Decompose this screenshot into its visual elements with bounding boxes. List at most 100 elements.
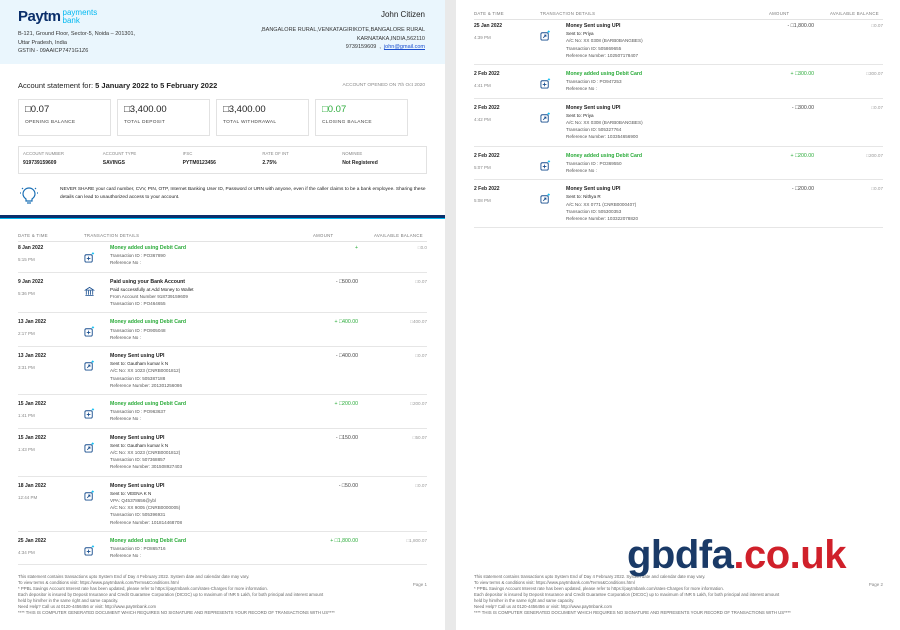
transaction-detail-line: Transaction ID: 507368857 (110, 457, 166, 463)
available-balance: □50.07 (412, 434, 427, 440)
page-header: Paytm payments bank B-121, Ground Floor, … (0, 0, 445, 64)
available-balance: □200.07 (410, 401, 427, 406)
transaction-detail-line: Transaction ID: 505396931 (110, 512, 166, 518)
upi-send-icon (84, 358, 95, 371)
paytm-payments-bank-logo: Paytm payments bank (18, 8, 98, 25)
transaction-detail-line: Transaction ID : PO963637 (110, 409, 166, 415)
transaction-title: Money Sent using UPI (566, 186, 621, 193)
transaction-subtitle: Sent to: VEENA K N (110, 490, 152, 496)
total-withdrawal-card: □3,400.00 TOTAL WITHDRAWAL (216, 99, 309, 136)
transaction-details: Money Sent using UPI Sent to: Gautham kum… (110, 353, 270, 389)
transaction-time: 5:08 PM (474, 198, 491, 204)
transaction-detail-line: From Account Number 918739159609 (110, 294, 188, 299)
transaction-time: 1:43 PM (18, 446, 35, 452)
transaction-date: 2 Feb 2022 (474, 104, 500, 111)
wallet-add-icon (540, 158, 551, 171)
transaction-details: Money added using Debit Card Transaction … (110, 245, 270, 267)
transaction-row: 18 Jan 2022 12:44 PM Money Sent using UPI S… (18, 481, 427, 532)
transaction-row: 2 Feb 2022 5:07 PM Money added using Debit… (474, 151, 883, 181)
col-amount: AMOUNT (313, 233, 334, 238)
transaction-detail-line: Transaction ID: 505387188 (110, 375, 166, 381)
transaction-amount: - □150.00 (335, 434, 358, 441)
account-type: ACCOUNT TYPE SAVINGS (102, 151, 137, 166)
transaction-detail-line: Transaction ID: 505869655 (566, 45, 622, 51)
wallet-add-icon (84, 406, 95, 419)
transaction-row: 25 Jan 2022 4:34 PM Money added using Debi… (18, 536, 427, 566)
transaction-title: Money Sent using UPI (110, 482, 165, 489)
transaction-detail-line: Reference Number: 101814468708 (110, 519, 183, 525)
transaction-detail-line: Reference Number: 201301256086 (110, 382, 183, 388)
transaction-date: 15 Jan 2022 (18, 434, 47, 441)
watermark: gbdfa.co.uk (627, 533, 846, 577)
transaction-amount: - □1,800.00 (787, 23, 815, 29)
transaction-date: 8 Jan 2022 (18, 245, 44, 251)
available-balance: □0.0 (417, 245, 427, 250)
transaction-details: Money added using Debit Card Transaction … (110, 401, 270, 423)
transaction-details: Money added using Debit Card Transaction … (110, 538, 270, 560)
transaction-amount: + □200.00 (790, 152, 814, 159)
transaction-time: 3:31 PM (18, 365, 35, 370)
transaction-date: 25 Jan 2022 (18, 537, 47, 544)
upi-send-icon (84, 440, 95, 453)
available-balance: □300.07 (866, 71, 883, 76)
transaction-detail-line: Transaction ID : PO947253 (566, 79, 622, 85)
transaction-subtitle: Sent to: Gautham kumar k N (110, 442, 169, 448)
transaction-row: 15 Jan 2022 1:41 PM Money added using Debi… (18, 399, 427, 429)
transaction-time: 4:34 PM (18, 549, 35, 555)
transaction-detail-line: Transaction ID : PO369550 (566, 160, 622, 166)
transaction-detail-line: Reference Number: 102507178407 (566, 52, 639, 58)
wallet-add-icon (84, 324, 95, 337)
available-balance: □200.07 (866, 152, 883, 158)
available-balance: □0.07 (871, 104, 883, 110)
transaction-date: 2 Feb 2022 (474, 186, 500, 193)
transaction-detail-line: Reference Number: 103354656900 (566, 134, 639, 140)
transaction-subtitle: Sent to: Gautham kumar k N (110, 361, 169, 367)
available-balance: □0.07 (415, 353, 427, 358)
interest-rate: RATE OF INT 2.75% (262, 151, 289, 166)
customer-email-link[interactable]: john@gmail.com (384, 44, 425, 50)
transaction-title: Money added using Debit Card (566, 152, 643, 159)
transaction-date: 18 Jan 2022 (18, 482, 47, 489)
col-balance: AVAILABLE BALANCE (374, 233, 423, 238)
available-balance: □0.07 (871, 186, 883, 192)
transaction-detail-line: Reference Number: 301508927403 (110, 464, 183, 470)
transaction-detail-line: Reference No : (110, 416, 141, 422)
transaction-detail-line: Reference Number: 103322078820 (566, 216, 639, 221)
transaction-date: 13 Jan 2022 (18, 353, 47, 359)
transaction-time: 12:44 PM (18, 494, 38, 500)
transaction-amount: + □300.00 (790, 71, 814, 77)
transaction-title: Money added using Debit Card (566, 71, 643, 77)
bank-address: B-121, Ground Floor, Sector-5, Noida – 2… (18, 31, 136, 54)
transaction-detail-line: Reference No : (110, 260, 141, 266)
transaction-title: Money Sent using UPI (566, 104, 621, 111)
transaction-detail-line: A/C No: XX 9005 (CNRB0000005) (110, 505, 181, 511)
transaction-title: Money Sent using UPI (110, 353, 165, 359)
account-opened-date: ACCOUNT OPENED ON 7th Oct 2020 (342, 83, 425, 88)
customer-name: John Citizen (380, 10, 425, 19)
transaction-subtitle: Paid successfully at Add Money to Wallet (110, 286, 194, 292)
transaction-detail-line: Transaction ID : PO367890 (110, 253, 166, 259)
transaction-detail-line: VPA: Q45378656@ybl (110, 498, 156, 503)
transaction-row: 15 Jan 2022 1:43 PM Money Sent using UPI Se… (18, 433, 427, 477)
transaction-row: 13 Jan 2022 3:31 PM Money Sent using UPI Se… (18, 351, 427, 395)
upi-send-icon (540, 28, 551, 41)
transaction-details: Money added using Debit Card Transaction … (566, 71, 726, 93)
transaction-amount: - □50.00 (338, 482, 358, 489)
summary-cards: □0.07 OPENING BALANCE □3,400.00 TOTAL DEPO… (18, 99, 408, 136)
transaction-row: 2 Feb 2022 5:08 PM Money Sent using UPI Sen… (474, 184, 883, 229)
transaction-amount: + □200.00 (334, 401, 358, 407)
col-amount: AMOUNT (769, 11, 790, 16)
upi-send-icon (540, 191, 551, 204)
transaction-row: 8 Jan 2022 5:15 PM Money added using Debit… (18, 243, 427, 273)
transaction-title: Money added using Debit Card (110, 401, 187, 407)
wallet-add-icon (540, 76, 551, 89)
customer-address: ,BANGALORE RURAL,VENKATAGIRIKOTE,BANGALO… (260, 27, 425, 50)
transaction-amount: - □300.00 (791, 104, 814, 111)
transaction-detail-line: A/C No: XX 1023 (CNRB0001812) (110, 368, 181, 374)
transaction-title: Money added using Debit Card (110, 319, 187, 326)
transaction-amount: - □500.00 (335, 278, 358, 285)
transaction-date: 2 Feb 2022 (474, 152, 500, 159)
transaction-details: Money added using Debit Card Transaction … (110, 319, 270, 341)
transaction-details: Money Sent using UPI Sent to: Priya A/C No… (566, 105, 726, 141)
transaction-detail-line: A/C No: XX 0308 (BARB0BANGBES) (566, 120, 643, 125)
